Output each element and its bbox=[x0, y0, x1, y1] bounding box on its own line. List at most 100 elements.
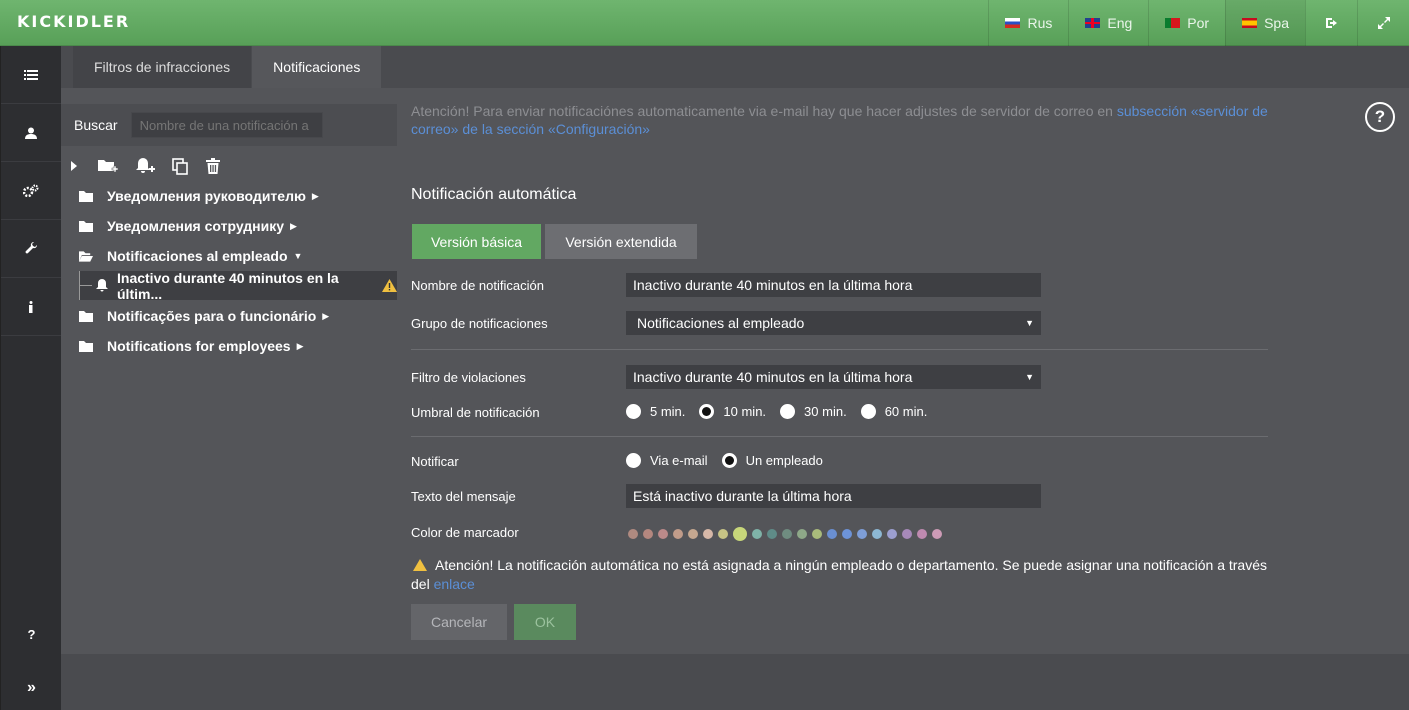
color-swatch[interactable] bbox=[767, 529, 777, 539]
color-picker bbox=[628, 527, 947, 541]
threshold-5[interactable]: 5 min. bbox=[626, 404, 685, 419]
color-swatch[interactable] bbox=[797, 529, 807, 539]
tab-violation-filters[interactable]: Filtros de infracciones bbox=[73, 46, 252, 88]
warning-icon bbox=[413, 559, 427, 571]
folder-icon bbox=[79, 310, 93, 322]
color-swatch[interactable] bbox=[703, 529, 713, 539]
color-swatch[interactable] bbox=[827, 529, 837, 539]
delete-button[interactable] bbox=[206, 158, 220, 174]
tree-toolbar bbox=[71, 156, 237, 176]
name-field[interactable]: Inactivo durante 40 minutos en la última… bbox=[626, 273, 1041, 297]
settings-icon bbox=[23, 184, 39, 197]
portugal-flag-icon bbox=[1165, 18, 1181, 28]
message-label: Texto del mensaje bbox=[411, 489, 516, 504]
bell-icon bbox=[96, 279, 108, 292]
divider bbox=[411, 436, 1268, 437]
rail-tools[interactable] bbox=[1, 220, 61, 278]
color-swatch[interactable] bbox=[842, 529, 852, 539]
rail-settings[interactable] bbox=[1, 162, 61, 220]
notify-employee[interactable]: Un empleado bbox=[721, 453, 823, 468]
spain-flag-icon bbox=[1242, 18, 1258, 28]
color-swatch[interactable] bbox=[857, 529, 867, 539]
footer-area bbox=[61, 654, 1409, 710]
threshold-30[interactable]: 30 min. bbox=[780, 404, 847, 419]
extended-version-button[interactable]: Versión extendida bbox=[545, 224, 697, 259]
chevron-down-icon: ▼ bbox=[1025, 372, 1034, 382]
divider bbox=[411, 349, 1268, 350]
lang-spa[interactable]: Spa bbox=[1225, 0, 1305, 46]
help-button[interactable]: ? bbox=[1365, 102, 1395, 132]
color-swatch[interactable] bbox=[718, 529, 728, 539]
tab-bar: Filtros de infracciones Notificaciones bbox=[73, 46, 382, 88]
color-swatch[interactable] bbox=[872, 529, 882, 539]
rail-user[interactable] bbox=[1, 104, 61, 162]
tree-selected-notification[interactable]: Inactivo durante 40 minutos en la últim.… bbox=[79, 270, 397, 302]
caret-down-icon: ▼ bbox=[293, 251, 303, 261]
color-swatch[interactable] bbox=[628, 529, 638, 539]
add-notification-button[interactable] bbox=[135, 157, 155, 175]
ok-button[interactable]: OK bbox=[514, 604, 576, 640]
copy-icon bbox=[172, 157, 188, 175]
color-swatch[interactable] bbox=[887, 529, 897, 539]
search-label: Buscar bbox=[74, 117, 118, 133]
top-bar: KICKIDLER Rus Eng Por Spa bbox=[0, 0, 1409, 46]
cancel-button[interactable]: Cancelar bbox=[411, 604, 507, 640]
color-label: Color de marcador bbox=[411, 525, 519, 540]
caret-right-icon: ▶ bbox=[290, 220, 297, 231]
color-swatch[interactable] bbox=[688, 529, 698, 539]
rail-help[interactable]: ? bbox=[1, 624, 62, 644]
caret-right-icon bbox=[71, 161, 77, 171]
color-swatch[interactable] bbox=[658, 529, 668, 539]
threshold-label: Umbral de notificación bbox=[411, 405, 540, 420]
tree-folder-5[interactable]: Notifications for employees ▶ bbox=[79, 332, 304, 360]
color-swatch[interactable] bbox=[673, 529, 683, 539]
color-swatch[interactable] bbox=[643, 529, 653, 539]
wrench-icon bbox=[25, 242, 37, 254]
logout-icon bbox=[1325, 18, 1337, 28]
notify-radios: Via e-mail Un empleado bbox=[626, 453, 837, 468]
color-swatch[interactable] bbox=[782, 529, 792, 539]
caret-right-icon: ▶ bbox=[296, 340, 304, 351]
message-field[interactable]: Está inactivo durante la última hora bbox=[626, 484, 1041, 508]
rail-list[interactable] bbox=[1, 46, 61, 104]
search-input[interactable] bbox=[130, 112, 323, 138]
language-bar: Rus Eng Por Spa bbox=[988, 0, 1409, 46]
color-swatch[interactable] bbox=[752, 529, 762, 539]
tab-notifications[interactable]: Notificaciones bbox=[252, 46, 382, 88]
lang-rus[interactable]: Rus bbox=[988, 0, 1068, 46]
search-row: Buscar bbox=[61, 104, 397, 146]
lang-por[interactable]: Por bbox=[1148, 0, 1225, 46]
chevron-down-icon: ▼ bbox=[1025, 318, 1034, 328]
fullscreen-icon bbox=[1377, 17, 1390, 29]
rail-info[interactable] bbox=[1, 278, 61, 336]
filter-select[interactable]: Inactivo durante 40 minutos en la última… bbox=[626, 365, 1041, 389]
add-folder-button[interactable] bbox=[98, 158, 118, 174]
color-swatch[interactable] bbox=[932, 529, 942, 539]
tree-folder-2[interactable]: Уведомления сотруднику ▶ bbox=[79, 212, 297, 240]
lang-eng[interactable]: Eng bbox=[1068, 0, 1148, 46]
filter-label: Filtro de violaciones bbox=[411, 370, 526, 385]
tree-folder-3[interactable]: Notificaciones al empleado ▼ bbox=[79, 242, 302, 270]
color-swatch[interactable] bbox=[917, 529, 927, 539]
color-swatch[interactable] bbox=[902, 529, 912, 539]
expand-tree-button[interactable] bbox=[71, 161, 77, 171]
logout-button[interactable] bbox=[1305, 0, 1357, 46]
folder-icon bbox=[79, 190, 93, 202]
tree-branch-line bbox=[79, 271, 93, 300]
copy-button[interactable] bbox=[172, 157, 189, 175]
basic-version-button[interactable]: Versión básica bbox=[412, 224, 541, 259]
rail-expand[interactable]: » bbox=[1, 678, 62, 698]
notify-email[interactable]: Via e-mail bbox=[626, 453, 708, 468]
list-icon bbox=[24, 69, 38, 80]
color-swatch[interactable] bbox=[812, 529, 822, 539]
threshold-10[interactable]: 10 min. bbox=[699, 404, 766, 419]
group-select[interactable]: Notificaciones al empleado ▼ bbox=[626, 311, 1041, 335]
assign-link[interactable]: enlace bbox=[434, 576, 475, 592]
folder-icon bbox=[79, 340, 93, 352]
tree-folder-1[interactable]: Уведомления руководителю ▶ bbox=[79, 182, 319, 210]
fullscreen-button[interactable] bbox=[1357, 0, 1409, 46]
threshold-radios: 5 min. 10 min. 30 min. 60 min. bbox=[626, 404, 941, 419]
threshold-60[interactable]: 60 min. bbox=[860, 404, 927, 419]
color-swatch[interactable] bbox=[733, 527, 747, 541]
tree-folder-4[interactable]: Notificações para o funcionário ▶ bbox=[79, 302, 329, 330]
